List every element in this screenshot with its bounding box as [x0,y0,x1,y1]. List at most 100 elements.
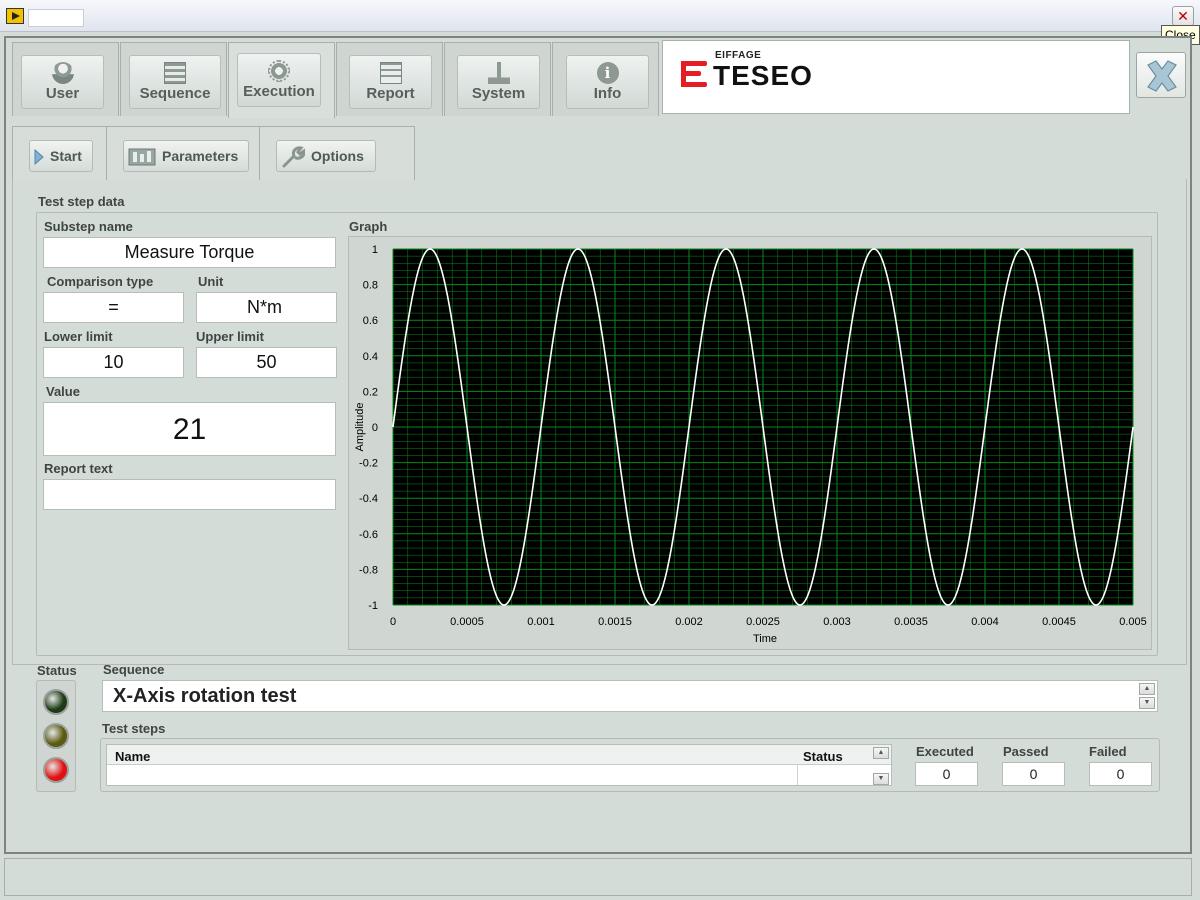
sequence-value: X-Axis rotation test [113,685,297,707]
value-label: Value [46,384,80,399]
graph-label: Graph [349,219,388,234]
test-step-section-label: Test step data [38,194,125,209]
substep-name-field[interactable]: Measure Torque [43,237,336,268]
x-tick-label: 0 [390,616,396,628]
logo-box: EIFFAGE TESEO [662,40,1130,114]
window-title [28,9,84,27]
user-button[interactable]: User [21,55,104,109]
logo-product: TESEO [713,60,813,91]
title-bar [0,0,1200,32]
status-lamp-yellow [43,723,69,749]
passed-label: Passed [1003,744,1049,759]
options-label: Options [311,148,364,164]
tab-report-label: Report [366,85,415,102]
executed-label: Executed [916,744,974,759]
y-tick-label: -0.6 [359,529,378,541]
failed-label: Failed [1089,744,1127,759]
x-tick-label: 0.0045 [1042,616,1076,628]
x-tick-labels: 0 0.0005 0.001 0.0015 0.002 0.0025 0.003 0.0035… [390,616,1147,628]
x-tick-label: 0.002 [675,616,703,628]
start-button[interactable]: Start [29,140,93,172]
column-header-status[interactable]: Status [803,749,843,764]
sequence-scroll-down-button[interactable]: ▼ [1139,697,1155,709]
y-tick-label: 0.6 [363,315,378,327]
parameters-icon [128,148,156,166]
info-icon: i [596,62,619,84]
comparison-type-field[interactable]: = [43,292,184,323]
report-text-field[interactable] [43,479,336,510]
subtab-parameters[interactable]: Parameters [106,126,260,180]
parameters-button[interactable]: Parameters [123,140,249,172]
tab-user-label: User [45,85,80,102]
test-steps-table[interactable]: Name Status ▲ ▼ [106,744,892,786]
failed-count: 0 [1089,762,1152,786]
report-icon [379,62,402,84]
amplitude-time-chart: 1 0.8 0.6 0.4 0.2 0 -0.2 -0.4 -0.6 -0.8 -1 0 0.0005… [354,244,1147,645]
status-bar [4,858,1192,896]
x-tick-label: 0.003 [823,616,851,628]
user-icon [51,62,74,84]
window-close-button[interactable]: ✕ [1172,6,1194,26]
lower-limit-label: Lower limit [44,329,113,344]
x-tick-label: 0.004 [971,616,999,628]
y-tick-label: -0.8 [359,564,378,576]
x-tick-label: 0.0015 [598,616,632,628]
upper-limit-field[interactable]: 50 [196,347,337,378]
column-header-name[interactable]: Name [115,749,150,764]
sequence-button[interactable]: Sequence [129,55,221,109]
y-tick-label: 0 [372,422,378,434]
subtab-start[interactable]: Start [12,126,107,180]
status-lamps [36,680,76,792]
subtab-options[interactable]: Options [259,126,415,180]
x-tick-label: 0.0025 [746,616,780,628]
y-tick-label: 1 [372,244,378,256]
table-header [107,745,891,765]
report-text-label: Report text [44,461,113,476]
tab-system[interactable]: System [444,42,551,116]
system-button[interactable]: System [457,55,540,109]
tab-info[interactable]: i Info [552,42,659,116]
tab-execution[interactable]: Execution [228,42,335,118]
execution-icon [268,60,290,82]
comparison-type-label: Comparison type [47,274,154,289]
unit-label: Unit [198,274,224,289]
column-divider [797,765,798,785]
lower-limit-field[interactable]: 10 [43,347,184,378]
execution-button[interactable]: Execution [237,53,321,107]
tab-system-label: System [471,85,526,102]
sequence-field[interactable]: X-Axis rotation test ▲ ▼ [102,680,1158,712]
x-tick-label: 0.001 [527,616,555,628]
unit-field[interactable]: N*m [196,292,337,323]
steps-scroll-up-button[interactable]: ▲ [873,747,889,759]
x-axis-label: Time [753,633,777,645]
tab-sequence-label: Sequence [139,85,211,102]
sequence-scroll-up-button[interactable]: ▲ [1139,683,1155,695]
tab-report[interactable]: Report [336,42,443,116]
y-tick-label: -0.2 [359,458,378,470]
graph-box: 1 0.8 0.6 0.4 0.2 0 -0.2 -0.4 -0.6 -0.8 -1 0 0.0005… [348,236,1152,650]
start-label: Start [50,148,82,164]
teseo-logo-icon [681,61,707,87]
app-icon [6,8,24,24]
substep-name-label: Substep name [44,219,133,234]
value-display: 21 [43,402,336,456]
close-app-button[interactable] [1136,52,1186,98]
parameters-label: Parameters [162,148,239,164]
report-button[interactable]: Report [349,55,432,109]
options-button[interactable]: Options [276,140,376,172]
close-x-icon [1147,60,1177,92]
y-tick-label: 0.8 [363,280,378,292]
tab-user[interactable]: User [12,42,119,116]
sequence-label: Sequence [103,662,165,677]
wrench-icon [282,146,305,168]
y-tick-label: 0.4 [363,351,378,363]
x-tick-label: 0.0005 [450,616,484,628]
status-lamp-red [43,757,69,783]
info-button[interactable]: i Info [566,55,649,109]
x-tick-label: 0.005 [1119,616,1147,628]
tab-execution-label: Execution [243,83,315,100]
steps-scroll-down-button[interactable]: ▼ [873,773,889,785]
tab-sequence[interactable]: Sequence [120,42,227,116]
status-label: Status [37,663,77,678]
x-tick-label: 0.0035 [894,616,928,628]
